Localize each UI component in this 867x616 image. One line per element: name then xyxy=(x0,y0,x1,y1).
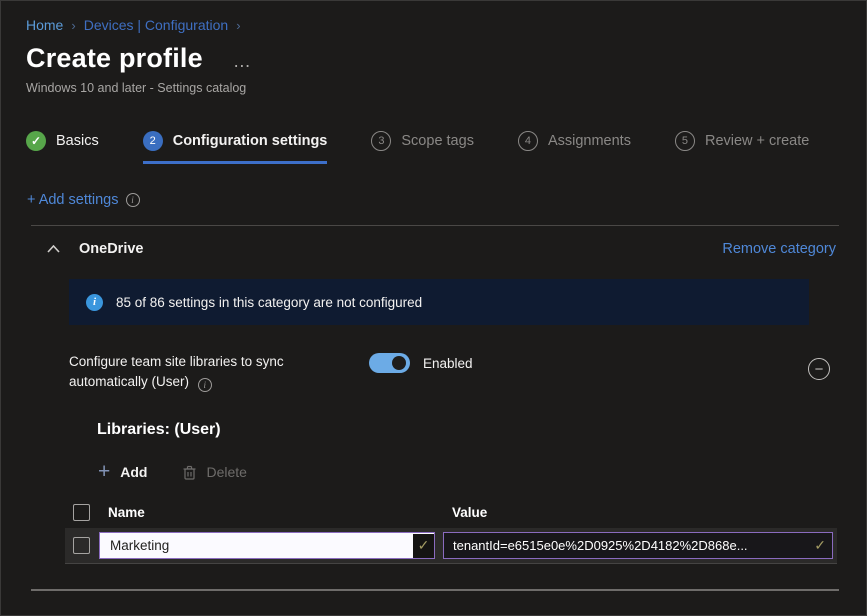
check-icon: ✓ xyxy=(814,537,826,554)
toggle-state-label: Enabled xyxy=(423,356,473,371)
tab-scope-tags-label: Scope tags xyxy=(401,133,474,149)
remove-setting-button[interactable]: − xyxy=(808,358,830,380)
value-column-header: Value xyxy=(443,505,837,520)
category-name: OneDrive xyxy=(79,241,143,257)
breadcrumb-home-link[interactable]: Home xyxy=(26,17,63,33)
setting-label: Configure team site libraries to sync au… xyxy=(69,352,337,391)
completed-check-icon: ✓ xyxy=(26,131,46,151)
tab-configuration-settings[interactable]: 2 Configuration settings xyxy=(143,131,328,164)
tab-assignments-label: Assignments xyxy=(548,133,631,149)
table-row: ✓ ✓ xyxy=(65,528,837,564)
step-number-icon: 3 xyxy=(371,131,391,151)
breadcrumb-separator: › xyxy=(71,18,75,33)
add-row-button[interactable]: + Add xyxy=(98,464,147,480)
delete-row-label: Delete xyxy=(206,464,246,480)
add-row-label: Add xyxy=(120,464,147,480)
remove-category-link[interactable]: Remove category xyxy=(722,241,836,257)
tab-review-create-label: Review + create xyxy=(705,133,809,149)
breadcrumb-devices-configuration-link[interactable]: Devices | Configuration xyxy=(84,17,228,33)
collapse-category-button[interactable] xyxy=(47,245,60,253)
tab-review-create[interactable]: 5 Review + create xyxy=(675,131,809,164)
create-profile-page: Home › Devices | Configuration › Create … xyxy=(0,0,867,616)
info-banner: i 85 of 86 settings in this category are… xyxy=(69,279,809,325)
check-icon: ✓ xyxy=(418,537,430,554)
step-number-icon: 5 xyxy=(675,131,695,151)
libraries-table: Name Value ✓ ✓ xyxy=(65,496,837,564)
name-field: ✓ xyxy=(99,532,435,559)
page-title: Create profile xyxy=(26,43,203,74)
setting-label-text: Configure team site libraries to sync au… xyxy=(69,354,284,389)
row-checkbox[interactable] xyxy=(73,537,90,554)
info-icon: i xyxy=(86,294,103,311)
step-number-icon: 2 xyxy=(143,131,163,151)
page-subtitle: Windows 10 and later - Settings catalog xyxy=(1,74,866,95)
tab-basics[interactable]: ✓ Basics xyxy=(26,131,99,164)
bottom-divider xyxy=(31,589,839,591)
chevron-up-icon xyxy=(47,245,60,253)
setting-toggle[interactable] xyxy=(369,353,410,373)
more-options-button[interactable]: … xyxy=(233,51,253,72)
delete-row-button[interactable]: Delete xyxy=(183,464,246,480)
tab-configuration-settings-label: Configuration settings xyxy=(173,133,328,149)
value-input[interactable] xyxy=(444,538,814,553)
section-divider xyxy=(31,225,839,226)
info-icon[interactable]: i xyxy=(198,378,212,392)
name-input[interactable] xyxy=(100,538,413,553)
toggle-knob xyxy=(392,356,406,370)
tab-scope-tags[interactable]: 3 Scope tags xyxy=(371,131,474,164)
value-field: ✓ xyxy=(443,532,833,559)
table-header-row: Name Value xyxy=(65,496,837,528)
info-icon[interactable]: i xyxy=(126,193,140,207)
breadcrumb: Home › Devices | Configuration › xyxy=(1,1,866,33)
add-settings-label: + Add settings xyxy=(27,192,119,208)
name-column-header: Name xyxy=(99,505,443,520)
tab-basics-label: Basics xyxy=(56,133,99,149)
breadcrumb-separator: › xyxy=(236,18,240,33)
valid-check-badge: ✓ xyxy=(413,534,434,558)
minus-icon: − xyxy=(815,362,824,377)
libraries-heading: Libraries: (User) xyxy=(97,421,866,439)
plus-icon: + xyxy=(98,464,110,480)
tab-assignments[interactable]: 4 Assignments xyxy=(518,131,631,164)
select-all-checkbox[interactable] xyxy=(73,504,90,521)
trash-icon xyxy=(183,465,196,480)
step-number-icon: 4 xyxy=(518,131,538,151)
add-settings-link[interactable]: + Add settings i xyxy=(27,192,140,208)
wizard-steps: ✓ Basics 2 Configuration settings 3 Scop… xyxy=(26,131,866,164)
info-banner-text: 85 of 86 settings in this category are n… xyxy=(116,295,422,310)
